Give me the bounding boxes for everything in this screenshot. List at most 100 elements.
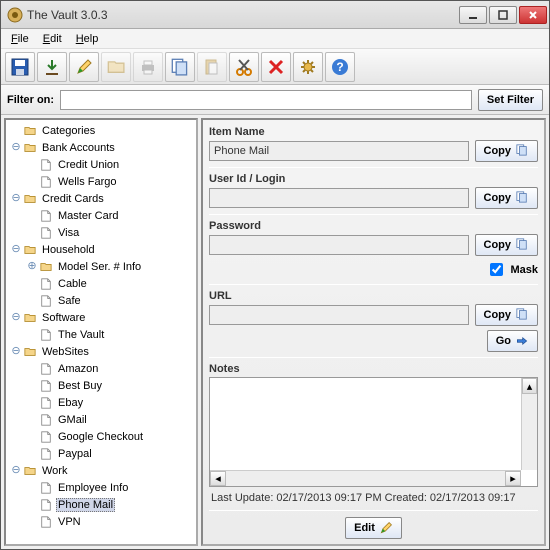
item-name-label: Item Name <box>209 126 538 138</box>
document-icon <box>39 516 53 528</box>
delete-icon[interactable] <box>261 52 291 82</box>
folder-icon <box>23 142 37 154</box>
tree-row[interactable]: Phone Mail <box>6 496 196 513</box>
tree-label: Credit Cards <box>40 193 106 205</box>
document-icon <box>39 210 53 222</box>
userid-label: User Id / Login <box>209 173 538 185</box>
tree-toggle[interactable]: ⊖ <box>10 193 22 205</box>
copy-userid-button[interactable]: Copy <box>475 187 539 209</box>
edit-pencil-icon[interactable] <box>69 52 99 82</box>
userid-field <box>209 188 469 208</box>
menu-help[interactable]: Help <box>70 31 105 47</box>
document-icon <box>39 397 53 409</box>
tree-toggle[interactable]: ⊖ <box>10 346 22 358</box>
tree-label: Model Ser. # Info <box>56 261 143 273</box>
help-icon[interactable] <box>325 52 355 82</box>
tree-toggle[interactable]: ⊕ <box>26 261 38 273</box>
detail-panel: Item Name Copy User Id / Login Copy Pass… <box>201 118 546 546</box>
document-icon <box>39 499 53 511</box>
tree-label: Bank Accounts <box>40 142 117 154</box>
notes-hscrollbar[interactable]: ◂▸ <box>210 470 521 486</box>
tree-row[interactable]: Master Card <box>6 207 196 224</box>
print-icon[interactable] <box>133 52 163 82</box>
tree-row[interactable]: VPN <box>6 513 196 530</box>
menubar: File Edit Help <box>1 29 549 49</box>
import-icon[interactable] <box>37 52 67 82</box>
tree-label: Best Buy <box>56 380 104 392</box>
paste-icon[interactable] <box>197 52 227 82</box>
tree-row[interactable]: Safe <box>6 292 196 309</box>
maximize-button[interactable] <box>489 6 517 24</box>
app-window: The Vault 3.0.3 File Edit Help Filter on… <box>0 0 550 550</box>
notes-area: ▴ ◂▸ <box>209 377 538 487</box>
copy-item-name-button[interactable]: Copy <box>475 140 539 162</box>
menu-edit[interactable]: Edit <box>37 31 68 47</box>
tree-toggle[interactable]: ⊖ <box>10 312 22 324</box>
document-icon <box>39 329 53 341</box>
document-icon <box>39 431 53 443</box>
tree-toggle[interactable]: ⊖ <box>10 142 22 154</box>
status-line: Last Update: 02/17/2013 09:17 PM Created… <box>209 489 538 505</box>
tree-label: Paypal <box>56 448 94 460</box>
tree-row[interactable]: Employee Info <box>6 479 196 496</box>
tree-label: Wells Fargo <box>56 176 118 188</box>
tree-row[interactable]: Paypal <box>6 445 196 462</box>
tree-label: Phone Mail <box>56 498 115 512</box>
tree-row[interactable]: ⊖Household <box>6 241 196 258</box>
document-icon <box>39 295 53 307</box>
tree-label: VPN <box>56 516 83 528</box>
folder-icon <box>23 244 37 256</box>
tree-row[interactable]: Best Buy <box>6 377 196 394</box>
folder-icon[interactable] <box>101 52 131 82</box>
tree-row[interactable]: Amazon <box>6 360 196 377</box>
set-filter-button[interactable]: Set Filter <box>478 89 543 111</box>
url-label: URL <box>209 290 538 302</box>
tree-label: Categories <box>40 125 97 137</box>
tree-row[interactable]: Google Checkout <box>6 428 196 445</box>
filter-input[interactable] <box>60 90 472 110</box>
document-icon <box>39 159 53 171</box>
window-title: The Vault 3.0.3 <box>27 8 459 22</box>
cut-icon[interactable] <box>229 52 259 82</box>
go-button[interactable]: Go <box>487 330 538 352</box>
tree-row[interactable]: ⊖ Credit Cards <box>6 190 196 207</box>
gear-icon[interactable] <box>293 52 323 82</box>
tree-row[interactable]: ⊖ Bank Accounts <box>6 139 196 156</box>
tree-row[interactable]: Cable <box>6 275 196 292</box>
tree-label: Google Checkout <box>56 431 145 443</box>
tree-row[interactable]: ⊖Software <box>6 309 196 326</box>
folder-icon <box>39 261 53 273</box>
mask-checkbox[interactable]: Mask <box>486 260 538 279</box>
close-button[interactable] <box>519 6 547 24</box>
tree-row[interactable]: Ebay <box>6 394 196 411</box>
menu-file[interactable]: File <box>5 31 35 47</box>
copy-icon[interactable] <box>165 52 195 82</box>
tree-row[interactable]: ⊕ Model Ser. # Info <box>6 258 196 275</box>
minimize-button[interactable] <box>459 6 487 24</box>
tree-row[interactable]: GMail <box>6 411 196 428</box>
tree-label: Amazon <box>56 363 100 375</box>
tree-toggle[interactable]: ⊖ <box>10 465 22 477</box>
tree-row[interactable]: ⊖WebSites <box>6 343 196 360</box>
tree-label: Safe <box>56 295 83 307</box>
save-icon[interactable] <box>5 52 35 82</box>
password-label: Password <box>209 220 538 232</box>
document-icon <box>39 380 53 392</box>
document-icon <box>39 363 53 375</box>
edit-button[interactable]: Edit <box>345 517 402 539</box>
tree-label: Credit Union <box>56 159 121 171</box>
item-name-field <box>209 141 469 161</box>
category-tree[interactable]: Categories ⊖ Bank Accounts Credit Union Well… <box>4 118 198 546</box>
url-field <box>209 305 469 325</box>
tree-row[interactable]: Visa <box>6 224 196 241</box>
copy-url-button[interactable]: Copy <box>475 304 539 326</box>
tree-row[interactable]: The Vault <box>6 326 196 343</box>
notes-vscrollbar[interactable]: ▴ <box>521 378 537 470</box>
tree-row[interactable]: Wells Fargo <box>6 173 196 190</box>
tree-row[interactable]: ⊖Work <box>6 462 196 479</box>
tree-label: Cable <box>56 278 89 290</box>
copy-password-button[interactable]: Copy <box>475 234 539 256</box>
tree-row[interactable]: Credit Union <box>6 156 196 173</box>
tree-row[interactable]: Categories <box>6 122 196 139</box>
tree-toggle[interactable]: ⊖ <box>10 244 22 256</box>
